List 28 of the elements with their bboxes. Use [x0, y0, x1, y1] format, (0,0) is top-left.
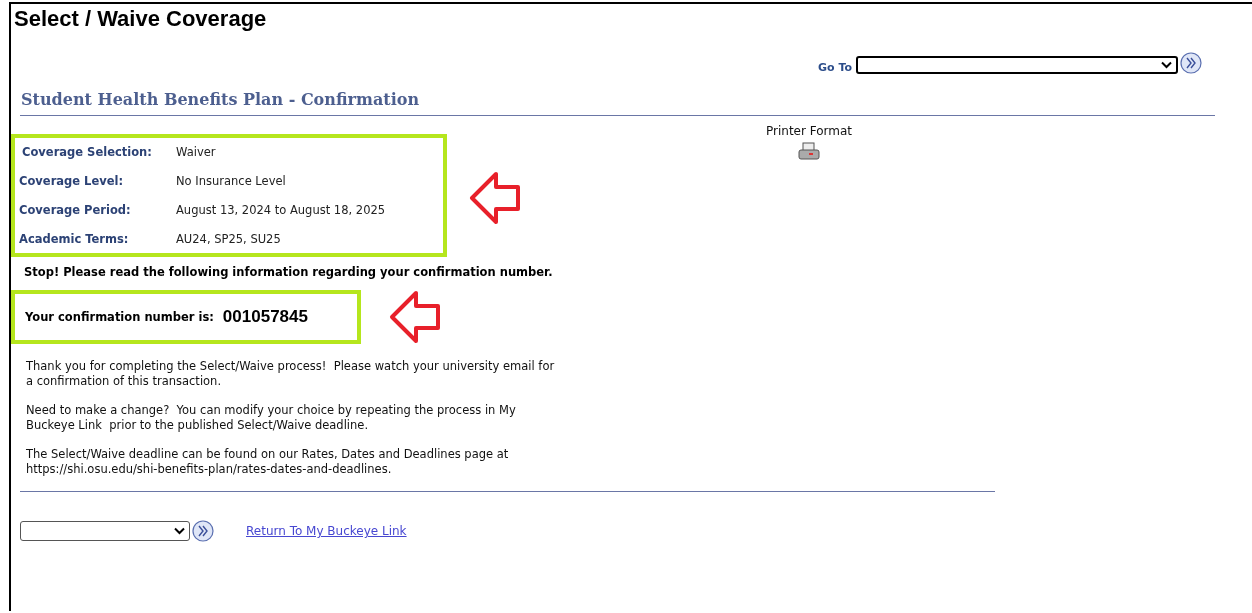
field-value: No Insurance Level [176, 174, 287, 188]
field-label: Coverage Level: [19, 174, 125, 188]
field-value: AU24, SP25, SU25 [176, 232, 282, 246]
go-button[interactable] [192, 520, 214, 542]
caret-icon [174, 527, 185, 535]
return-link[interactable]: Return To My Buckeye Link [246, 524, 407, 538]
info-paragraph: Need to make a change? You can modify your choice by repeating the process in My Buckeye Link prior to the published Select/Waive deadline. [26, 403, 516, 433]
arrow-icon [469, 170, 521, 226]
field-label: Coverage Selection: [21, 145, 153, 159]
action-dropdown[interactable] [20, 521, 190, 541]
arrow-icon [389, 289, 441, 345]
printer-icon[interactable] [798, 142, 820, 162]
printer-format-link[interactable]: Printer Format [766, 124, 853, 138]
confirmation-label: Your confirmation number is: [25, 310, 214, 324]
info-paragraph: Thank you for completing the Select/Waive process! Please watch your university email for a confirmation of this transaction. [26, 359, 555, 389]
page-title: Select / Waive Coverage [13, 5, 267, 32]
field-value: Waiver [176, 145, 217, 159]
notice-text: Stop! Please read the following information regarding your confirmation number. [24, 265, 553, 279]
confirmation-number: 001057845 [222, 307, 308, 327]
goto-dropdown[interactable] [856, 56, 1178, 74]
field-label: Academic Terms: [19, 232, 130, 246]
goto-label: Go To [818, 61, 852, 74]
info-paragraph: The Select/Waive deadline can be found on our Rates, Dates and Deadlines page at https://shi.osu.edu/shi-benefits-plan/rates-dates-and-deadlines. [26, 447, 509, 477]
field-label: Coverage Period: [19, 203, 132, 217]
section-title: Student Health Benefits Plan - Confirmation [21, 90, 420, 109]
caret-icon [1161, 61, 1172, 69]
field-value: August 13, 2024 to August 18, 2025 [176, 203, 387, 217]
go-button[interactable] [1180, 52, 1202, 74]
